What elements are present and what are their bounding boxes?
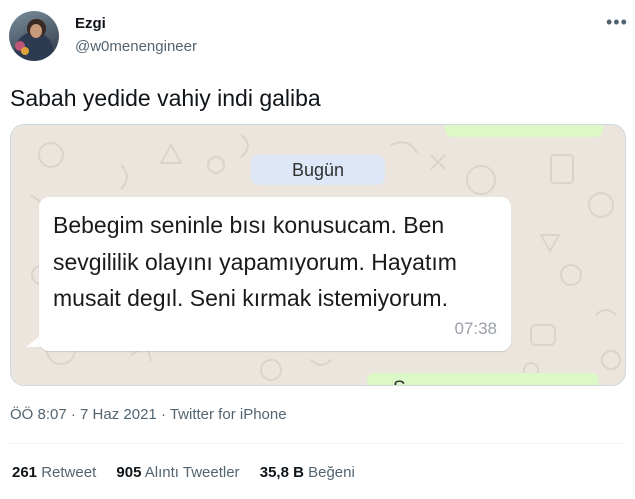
tweet-media-image[interactable]: Bugün Bebegim seninle bısı konusucam. Be… <box>10 124 626 386</box>
separator: · <box>66 406 81 423</box>
outgoing-bubble-partial <box>445 125 603 137</box>
more-options-icon[interactable]: ••• <box>606 12 628 33</box>
tweet-date[interactable]: 7 Haz 2021 <box>80 406 157 423</box>
quotes-label: Alıntı Tweetler <box>144 464 240 481</box>
message-text: Bebegim seninle bısı konusucam. Ben sevg… <box>53 212 457 311</box>
retweets-label: Retweet <box>41 464 97 481</box>
engagement-stats: 261 Retweet 905 Alıntı Tweetler 35,8 B B… <box>12 464 371 481</box>
avatar[interactable] <box>9 11 59 61</box>
avatar-flower-shape <box>21 47 29 55</box>
retweets-count: 261 <box>12 464 38 481</box>
author-handle[interactable]: @w0menengineer <box>75 38 197 55</box>
divider <box>10 443 625 444</box>
avatar-face-shape <box>30 24 42 38</box>
likes-label: Beğeni <box>308 464 355 481</box>
likes-stat[interactable]: 35,8 B Beğeni <box>260 464 355 481</box>
author-name[interactable]: Ezgi <box>75 15 106 32</box>
date-chip: Bugün <box>251 155 385 185</box>
tweet-metadata: ÖÖ 8:07 · 7 Haz 2021 · Twitter for iPhon… <box>10 406 287 423</box>
quote-tweets-stat[interactable]: 905 Alıntı Tweetler <box>116 464 239 481</box>
retweets-stat[interactable]: 261 Retweet <box>12 464 96 481</box>
partial-message-text: S <box>393 378 406 385</box>
separator: · <box>156 406 170 423</box>
quotes-count: 905 <box>116 464 142 481</box>
tweet-text: Sabah yedide vahiy indi galiba <box>10 85 321 111</box>
likes-count: 35,8 B <box>259 464 304 481</box>
message-time: 07:38 <box>454 319 497 338</box>
tweet-time[interactable]: ÖÖ 8:07 <box>10 406 67 423</box>
incoming-message-bubble: Bebegim seninle bısı konusucam. Ben sevg… <box>39 197 511 351</box>
tweet-source[interactable]: Twitter for iPhone <box>170 406 287 423</box>
